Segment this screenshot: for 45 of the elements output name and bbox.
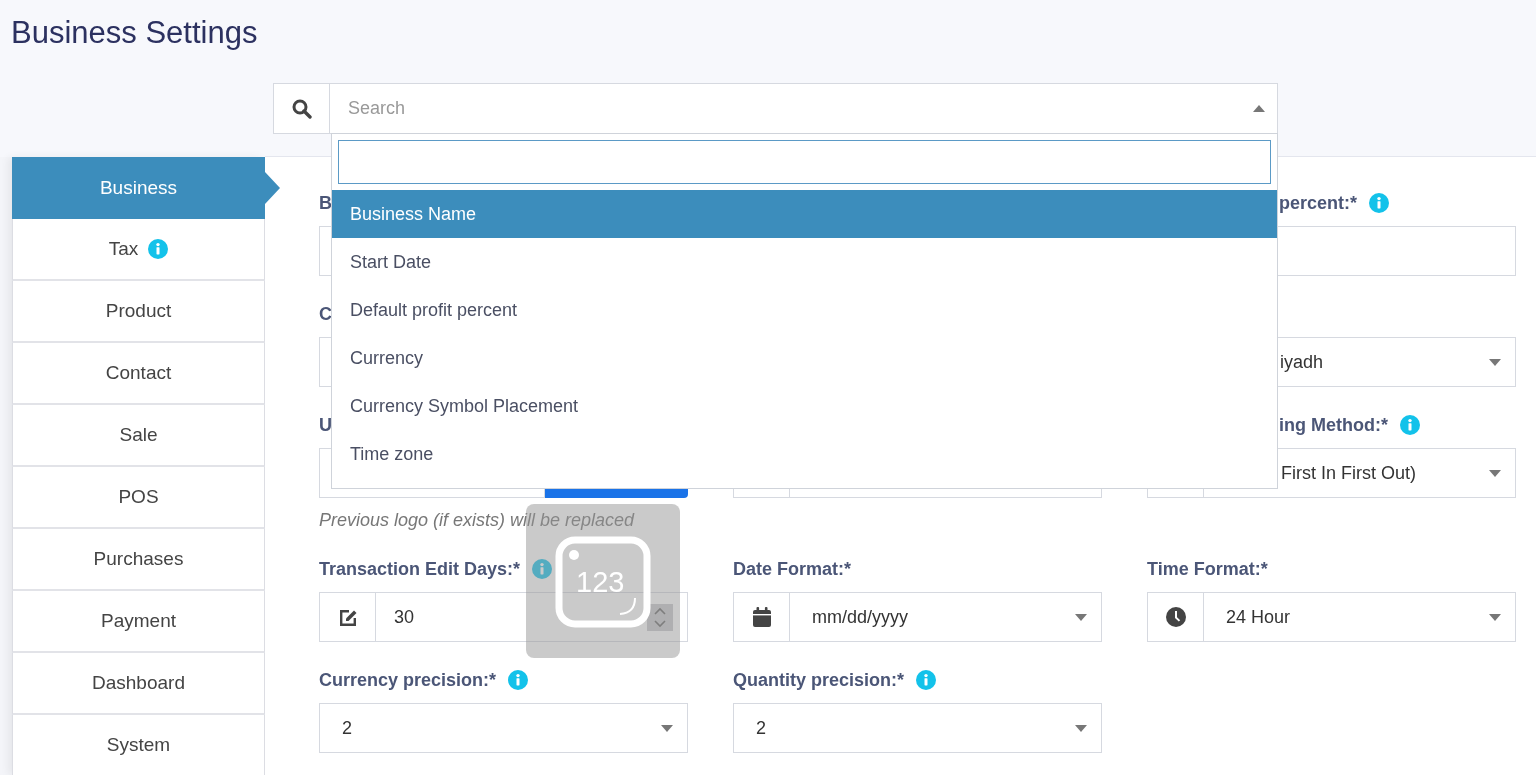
sidebar-tab[interactable]: Purchases [12, 529, 265, 591]
sidebar-tab[interactable]: Business [12, 157, 280, 219]
keypad-icon [555, 536, 651, 628]
sidebar-tab[interactable]: Dashboard [12, 653, 265, 715]
caret-down-icon [1075, 613, 1087, 621]
caret-down-icon [1489, 358, 1501, 366]
dropdown-option[interactable]: Default profit percent [332, 286, 1277, 334]
sidebar-tab[interactable]: Payment [12, 591, 265, 653]
select-field[interactable]: 24 Hour [1203, 592, 1516, 642]
sidebar-tab[interactable]: Sale [12, 405, 265, 467]
caret-down-icon [1489, 613, 1501, 621]
dropdown-option[interactable]: Business Name [332, 190, 1277, 238]
spinner-icon[interactable] [647, 603, 673, 631]
caret-down-icon [661, 724, 673, 732]
field-label: ing Method:* [1279, 414, 1388, 436]
page-title: Business Settings [10, 14, 259, 52]
field-label: Transaction Edit Days:* [319, 558, 521, 580]
sidebar-tab[interactable]: POS [12, 467, 265, 529]
search-button[interactable] [273, 83, 330, 134]
clock-icon [1165, 607, 1186, 627]
sidebar-tab[interactable]: Contact [12, 343, 265, 405]
caret-up-icon [1253, 105, 1265, 112]
field-label: Quantity precision:* [733, 669, 905, 691]
sidebar-tab[interactable]: Product [12, 281, 265, 343]
caret-down-icon [1489, 469, 1501, 477]
tab-label: Tax [108, 238, 139, 260]
field-label: B [319, 192, 332, 214]
filter-field[interactable] [338, 140, 1271, 184]
field-label: Currency precision:* [319, 669, 497, 691]
select-field[interactable]: 2 [733, 703, 1102, 753]
field-label: Time Format:* [1147, 558, 1268, 580]
calendar-icon [752, 607, 771, 627]
caret-down-icon [1075, 724, 1087, 732]
select-field[interactable]: 2 [319, 703, 688, 753]
sidebar-tab[interactable]: System [12, 715, 265, 775]
field-label: C [319, 303, 332, 325]
help-text: Previous logo (if exists) will be replaced [319, 510, 636, 531]
sidebar-tab[interactable]: Tax [12, 219, 265, 281]
number-field[interactable]: 30 [375, 592, 688, 642]
field-label: U [319, 414, 332, 436]
select-field[interactable]: mm/dd/yyyy [789, 592, 1102, 642]
field-label: Date Format:* [733, 558, 852, 580]
search-icon [291, 98, 312, 119]
dropdown-option[interactable]: Start Date [332, 238, 1277, 286]
field-label: percent:* [1279, 192, 1358, 214]
